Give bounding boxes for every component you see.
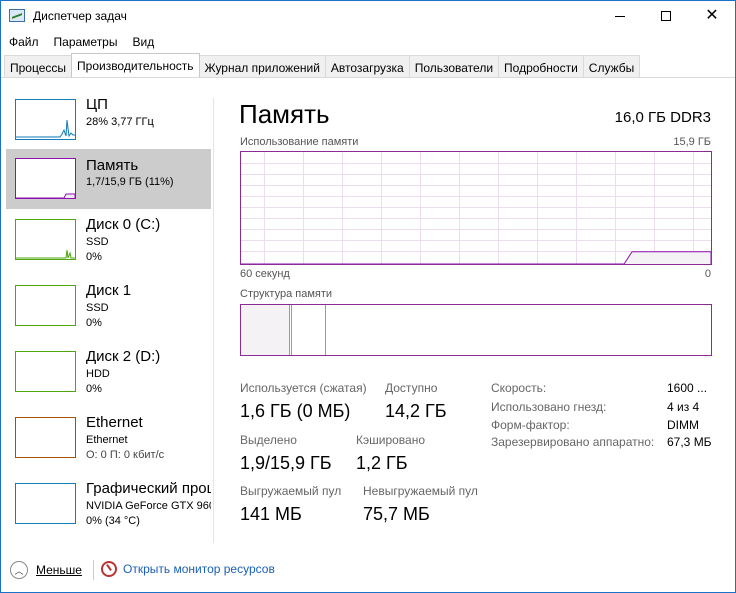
- form-factor-label: Форм-фактор:: [491, 418, 570, 432]
- in-use-label: Используется (сжатая): [240, 381, 367, 395]
- disk-graph-icon: [15, 351, 76, 392]
- memory-usage-graph: [240, 151, 712, 265]
- sidebar-divider: [213, 98, 214, 543]
- committed-value: 1,9/15,9 ГБ: [240, 453, 332, 473]
- paged-pool-label: Выгружаемый пул: [240, 484, 342, 498]
- tab-divider: [1, 77, 735, 78]
- sidebar-item-title: Ethernet: [86, 414, 143, 431]
- close-button[interactable]: ✕: [689, 1, 735, 31]
- tab-users[interactable]: Пользователи: [408, 55, 500, 77]
- memory-graph-icon: [15, 158, 76, 199]
- menu-file[interactable]: Файл: [1, 32, 46, 52]
- task-manager-icon: [9, 9, 25, 22]
- network-graph-icon: [15, 417, 76, 458]
- time-axis-start: 60 секунд: [240, 268, 290, 280]
- sidebar-item-memory[interactable]: Память 1,7/15,9 ГБ (11%): [6, 149, 211, 209]
- slots-value: 4 из 4: [667, 400, 700, 414]
- disk-graph-icon: [15, 219, 76, 260]
- tab-details[interactable]: Подробности: [498, 55, 584, 77]
- cached-label: Кэшировано: [356, 433, 426, 447]
- sidebar-item-subtitle: 1,7/15,9 ГБ (11%): [86, 176, 174, 188]
- minimize-icon: [615, 15, 625, 17]
- tab-services[interactable]: Службы: [582, 55, 641, 77]
- in-use-value: 1,6 ГБ (0 МБ): [240, 401, 351, 421]
- gpu-graph-icon: [15, 483, 76, 524]
- time-axis-end: 0: [704, 268, 711, 280]
- paged-pool-value: 141 МБ: [240, 504, 302, 524]
- sidebar-item-value: О: 0 П: 0 кбит/с: [86, 449, 165, 461]
- sidebar-item-subtitle: Ethernet: [86, 434, 128, 446]
- menu-view[interactable]: Вид: [124, 32, 161, 52]
- page-title: Память: [239, 99, 330, 129]
- sidebar-item-title: Диск 1: [86, 282, 132, 299]
- sidebar-item-cpu[interactable]: ЦП 28% 3,77 ГГц: [6, 91, 211, 151]
- hardware-reserved-value: 67,3 МБ: [667, 435, 712, 449]
- sidebar-item-ethernet[interactable]: Ethernet Ethernet О: 0 П: 0 кбит/с: [6, 409, 211, 469]
- usage-graph-max: 15,9 ГБ: [673, 136, 711, 148]
- tab-startup[interactable]: Автозагрузка: [324, 55, 410, 77]
- usage-graph-caption: Использование памяти: [240, 136, 359, 148]
- structure-in-use-segment: [241, 305, 290, 355]
- footer-divider: [93, 560, 94, 580]
- fewer-details-button[interactable]: ︿ Меньше: [10, 561, 82, 579]
- sidebar-item-gpu[interactable]: Графический процессор 0 NVIDIA GeForce G…: [6, 475, 211, 535]
- window-title: Диспетчер задач: [33, 9, 127, 23]
- maximize-icon: [661, 11, 671, 21]
- resource-monitor-icon: [101, 561, 117, 577]
- title-bar: Диспетчер задач ✕: [1, 1, 735, 31]
- sidebar-item-title: Память: [86, 157, 139, 174]
- tab-strip: Процессы Производительность Журнал прило…: [4, 53, 641, 77]
- menu-options[interactable]: Параметры: [46, 32, 125, 52]
- structure-standby-segment: [292, 305, 326, 355]
- sidebar-item-value: 0%: [86, 383, 102, 395]
- sidebar-item-value: 0%: [86, 251, 102, 263]
- sidebar-item-subtitle: SSD: [86, 236, 109, 248]
- tab-performance[interactable]: Производительность: [71, 53, 200, 77]
- hardware-reserved-label: Зарезервировано аппаратно:: [491, 435, 655, 449]
- sidebar-item-subtitle: HDD: [86, 368, 110, 380]
- sidebar-item-title: Графический процессор 0: [86, 480, 211, 497]
- minimize-button[interactable]: [597, 1, 643, 31]
- memory-usage-chart: [241, 152, 711, 264]
- chevron-up-icon: ︿: [10, 561, 28, 579]
- sidebar-item-title: Диск 0 (C:): [86, 216, 161, 233]
- available-label: Доступно: [385, 381, 438, 395]
- available-value: 14,2 ГБ: [385, 401, 447, 421]
- sidebar-item-title: Диск 2 (D:): [86, 348, 161, 365]
- footer: ︿ Меньше Открыть монитор ресурсов: [1, 552, 735, 590]
- disk-graph-icon: [15, 285, 76, 326]
- nonpaged-pool-value: 75,7 МБ: [363, 504, 430, 524]
- speed-value: 1600 ...: [667, 381, 708, 395]
- memory-spec: 16,0 ГБ DDR3: [614, 109, 711, 126]
- committed-label: Выделено: [240, 433, 297, 447]
- tab-processes[interactable]: Процессы: [4, 55, 73, 77]
- sidebar-item-subtitle: SSD: [86, 302, 109, 314]
- memory-structure-bar: [240, 304, 712, 356]
- sidebar-item-subtitle: NVIDIA GeForce GTX 960: [86, 500, 211, 512]
- form-factor-value: DIMM: [667, 418, 699, 432]
- sidebar-item-subtitle: 28% 3,77 ГГц: [86, 116, 154, 128]
- open-resource-monitor-label: Открыть монитор ресурсов: [123, 562, 275, 576]
- slots-label: Использовано гнезд:: [491, 400, 607, 414]
- speed-label: Скорость:: [491, 381, 547, 395]
- cached-value: 1,2 ГБ: [356, 453, 408, 473]
- sidebar-item-disk-0[interactable]: Диск 0 (C:) SSD 0%: [6, 211, 211, 271]
- sidebar-item-value: 0% (34 °C): [86, 515, 140, 527]
- memory-structure-caption: Структура памяти: [240, 288, 333, 300]
- sidebar-item-value: 0%: [86, 317, 102, 329]
- task-manager-window: Диспетчер задач ✕ Файл Параметры Вид Про…: [0, 0, 736, 593]
- sidebar-item-disk-2[interactable]: Диск 2 (D:) HDD 0%: [6, 343, 211, 403]
- close-icon: ✕: [705, 7, 719, 24]
- memory-usage-series: [241, 251, 711, 264]
- resource-sidebar: ЦП 28% 3,77 ГГц Память 1,7/15,9 ГБ (11%)…: [6, 91, 211, 543]
- maximize-button[interactable]: [643, 1, 689, 31]
- tab-app-history[interactable]: Журнал приложений: [198, 55, 326, 77]
- cpu-graph-icon: [15, 99, 76, 140]
- sidebar-item-title: ЦП: [86, 96, 108, 113]
- menu-bar: Файл Параметры Вид: [1, 32, 735, 52]
- nonpaged-pool-label: Невыгружаемый пул: [363, 484, 478, 498]
- open-resource-monitor-link[interactable]: Открыть монитор ресурсов: [101, 561, 275, 577]
- sidebar-item-disk-1[interactable]: Диск 1 SSD 0%: [6, 277, 211, 337]
- fewer-details-label: Меньше: [36, 563, 82, 577]
